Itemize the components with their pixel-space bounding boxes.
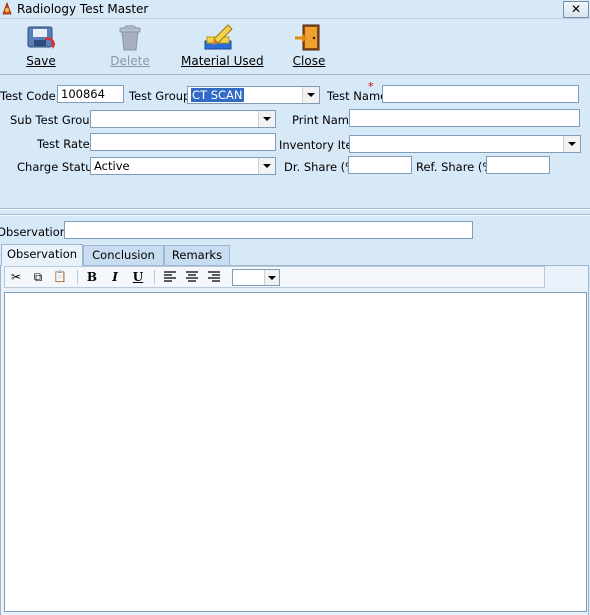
title-bar: Radiology Test Master ✕ (0, 0, 590, 19)
main-toolbar: Save Delete Material Used Close (0, 19, 590, 75)
tab-remarks[interactable]: Remarks (164, 245, 230, 265)
tab-observation[interactable]: Observation (1, 244, 83, 266)
align-right-icon[interactable] (205, 269, 223, 285)
test-group-value: CT SCAN (191, 88, 244, 102)
observations-label: Observations (0, 225, 74, 239)
close-door-icon (295, 24, 320, 51)
copy-icon[interactable]: ⧉ (29, 269, 47, 285)
editor-toolbar: ✂ ⧉ 📋 B I U (4, 266, 545, 288)
material-used-button[interactable]: Material Used (181, 23, 264, 68)
material-used-icon (204, 24, 233, 50)
charge-status-label: Charge Status (17, 160, 99, 174)
test-name-field[interactable] (382, 85, 579, 103)
test-group-label: Test Group (129, 89, 191, 103)
delete-icon (119, 25, 141, 51)
save-label: Save (26, 54, 56, 68)
ref-share-field[interactable] (486, 156, 550, 174)
chevron-down-icon[interactable] (302, 87, 319, 103)
test-rate-label: Test Rate (37, 137, 90, 151)
required-asterisk: * (368, 80, 374, 93)
underline-button[interactable]: U (129, 269, 147, 285)
charge-status-value: Active (94, 159, 130, 173)
test-group-select[interactable]: CT SCAN (187, 86, 320, 104)
window-title: Radiology Test Master (17, 2, 149, 16)
sub-test-group-label: Sub Test Group (10, 113, 97, 127)
chevron-down-icon[interactable] (264, 270, 279, 285)
separator (0, 214, 590, 216)
save-button[interactable]: Save (20, 23, 62, 68)
app-icon (2, 2, 12, 15)
italic-button[interactable]: I (106, 269, 124, 285)
align-center-icon[interactable] (183, 269, 201, 285)
print-name-label: Print Name (292, 113, 357, 127)
test-code-label: Test Code (0, 89, 56, 103)
delete-button[interactable]: Delete (108, 23, 152, 68)
inventory-item-select[interactable] (349, 135, 581, 153)
dr-share-field[interactable] (348, 156, 412, 174)
paste-icon[interactable]: 📋 (51, 269, 69, 285)
cut-icon[interactable]: ✂ (7, 269, 25, 285)
toolbar-separator (154, 270, 155, 284)
sub-test-group-select[interactable] (90, 110, 276, 128)
chevron-down-icon[interactable] (258, 111, 275, 127)
chevron-down-icon[interactable] (258, 158, 275, 174)
tab-conclusion[interactable]: Conclusion (83, 245, 164, 265)
toolbar-separator (77, 270, 78, 284)
align-left-icon[interactable] (161, 269, 179, 285)
font-size-select[interactable] (232, 269, 280, 286)
separator (0, 208, 590, 210)
save-icon (27, 26, 56, 49)
tab-strip: Observation Conclusion Remarks (0, 244, 590, 266)
close-label: Close (292, 54, 326, 68)
test-rate-field[interactable] (90, 133, 276, 151)
test-code-field[interactable]: 100864 (57, 85, 124, 103)
observations-field[interactable] (64, 221, 473, 239)
charge-status-select[interactable]: Active (90, 157, 276, 175)
close-button[interactable]: Close (290, 23, 328, 68)
window-close-button[interactable]: ✕ (563, 1, 589, 18)
material-used-label: Material Used (181, 54, 264, 68)
close-icon: ✕ (570, 2, 582, 16)
test-name-label: Test Name (327, 89, 388, 103)
observation-editor[interactable] (4, 292, 587, 612)
bold-button[interactable]: B (83, 269, 101, 285)
delete-label: Delete (110, 54, 150, 68)
print-name-field[interactable] (349, 109, 580, 127)
chevron-down-icon[interactable] (563, 136, 580, 152)
